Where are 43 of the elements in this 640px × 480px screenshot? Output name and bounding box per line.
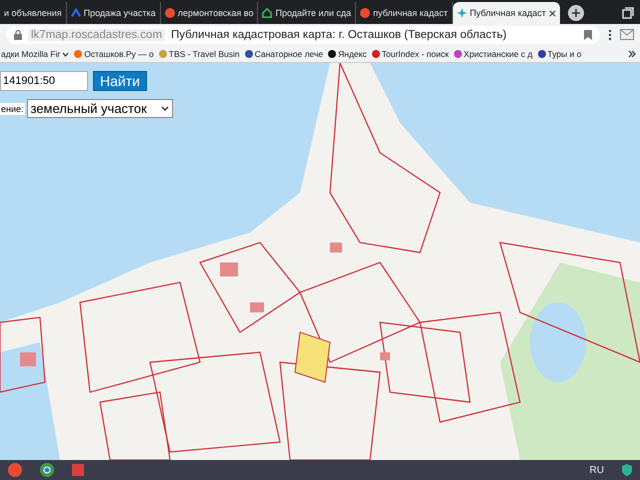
menu-icon[interactable] bbox=[608, 29, 612, 41]
chrome-icon[interactable] bbox=[40, 463, 54, 477]
circle-icon bbox=[164, 8, 175, 18]
address-bar[interactable]: lk7map.roscadastres.com Публичная кадастровая карта: г. Осташков (Тверская область) bbox=[6, 26, 600, 44]
mail-icon[interactable] bbox=[620, 29, 634, 41]
tabs-icon[interactable] bbox=[622, 7, 634, 19]
search-field[interactable]: 141901:50 bbox=[0, 71, 88, 91]
bookmark-item[interactable]: адки Mozilla Fir bbox=[1, 49, 70, 59]
star-icon bbox=[456, 8, 467, 18]
bookmark-item[interactable]: Христианские с д bbox=[454, 49, 533, 59]
site-icon bbox=[244, 50, 253, 58]
bookmark-item[interactable]: TBS - Travel Busin bbox=[158, 49, 240, 59]
chevron-icon bbox=[70, 8, 81, 18]
map-view[interactable]: 141901:50 Найти ение: земельный участок bbox=[0, 63, 640, 460]
bookmark-item[interactable]: Яндекс bbox=[328, 49, 367, 59]
site-icon bbox=[538, 50, 546, 58]
language-indicator[interactable]: RU bbox=[590, 464, 604, 476]
filter-label: ение: bbox=[0, 102, 25, 114]
site-icon bbox=[328, 50, 336, 58]
lock-icon bbox=[14, 30, 22, 40]
site-icon bbox=[372, 50, 380, 58]
url-domain: lk7map.roscadastres.com bbox=[28, 29, 166, 41]
site-icon bbox=[74, 50, 82, 58]
bookmark-item[interactable]: TourIndex - поиск bbox=[372, 49, 449, 59]
close-icon[interactable] bbox=[548, 10, 556, 16]
new-tab-button[interactable] bbox=[568, 5, 584, 21]
dropdown-caret-icon bbox=[62, 52, 70, 56]
caret-icon bbox=[160, 106, 169, 111]
house-icon bbox=[262, 8, 272, 18]
browser-tab[interactable]: Публичная кадаст bbox=[452, 2, 560, 24]
bookmark-icon[interactable] bbox=[584, 30, 592, 40]
shield-icon[interactable] bbox=[622, 464, 632, 476]
type-dropdown[interactable]: земельный участок bbox=[26, 99, 173, 118]
find-button[interactable]: Найти bbox=[93, 71, 147, 91]
site-icon bbox=[454, 50, 462, 58]
bookmark-item[interactable]: Осташков.Ру — о bbox=[74, 49, 154, 59]
page-title: Публичная кадастровая карта: г. Осташков (Тверская область) bbox=[171, 29, 507, 41]
bookmark-item[interactable]: Санаторное лече bbox=[244, 49, 324, 59]
more-icon[interactable] bbox=[628, 50, 636, 58]
circle-icon bbox=[360, 8, 370, 18]
browser-icon[interactable] bbox=[8, 463, 22, 477]
bookmark-item[interactable]: Туры и о bbox=[538, 49, 582, 59]
site-icon bbox=[158, 50, 167, 58]
